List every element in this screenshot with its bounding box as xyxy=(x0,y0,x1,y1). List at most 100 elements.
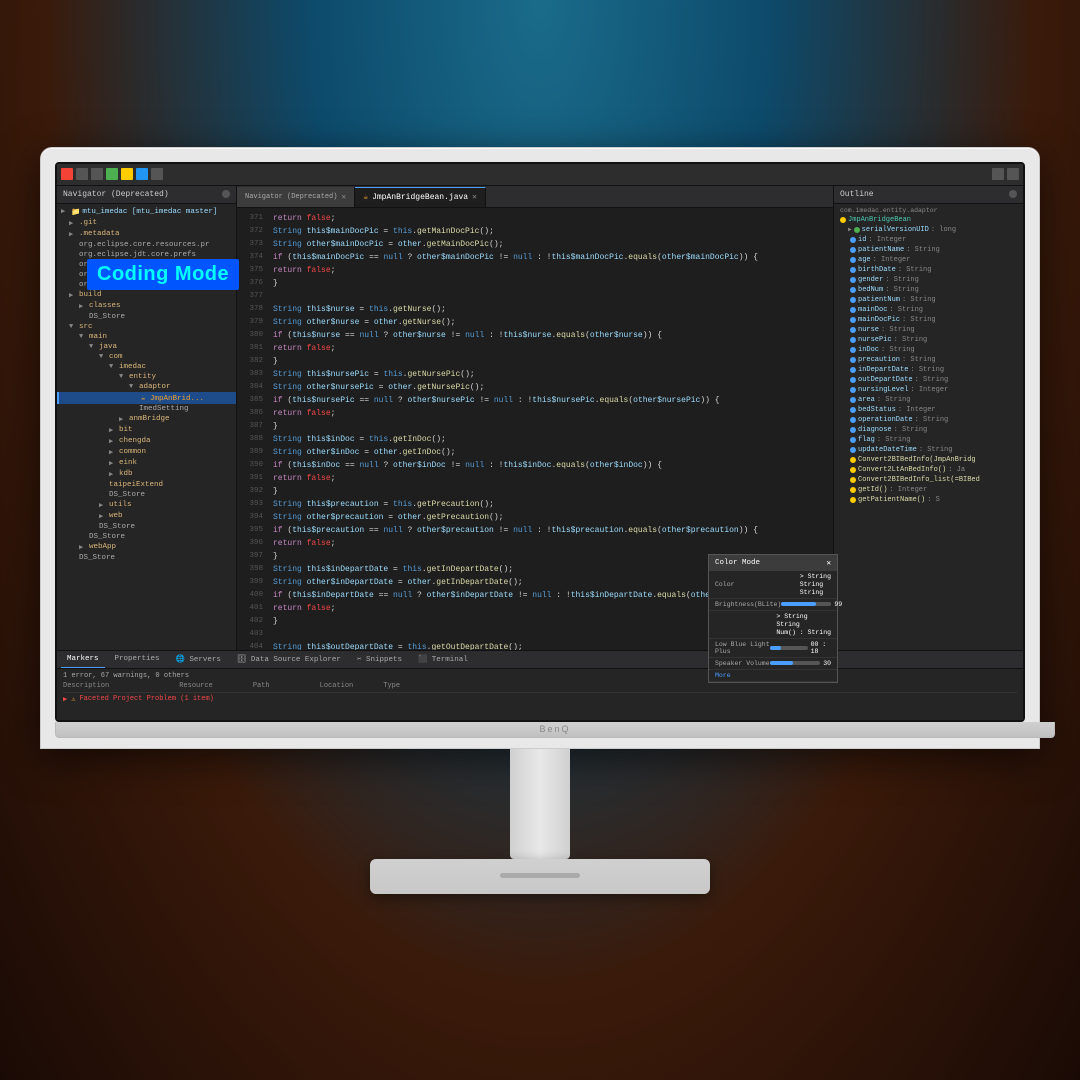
outline-method[interactable]: getPatientName() : S xyxy=(834,495,1023,505)
tree-item[interactable]: ▼ src xyxy=(57,322,236,332)
method-icon xyxy=(850,497,856,503)
toolbar-icon-3[interactable] xyxy=(121,168,133,180)
tab-servers[interactable]: 🌐 Servers xyxy=(170,650,227,668)
tab-datasource[interactable]: 🗄 Data Source Explorer xyxy=(231,650,347,668)
line-numbers: 371372373374375 376377378379380 38138238… xyxy=(237,208,267,650)
field-icon xyxy=(850,377,856,383)
monitor-screen: Coding Mode xyxy=(55,162,1025,722)
toolbar-icon-5[interactable] xyxy=(151,168,163,180)
tree-item[interactable]: DS_Store xyxy=(57,312,236,322)
outline-panel-close[interactable] xyxy=(1009,190,1017,198)
bottom-tabs: Markers Properties 🌐 Servers 🗄 Data Sour… xyxy=(57,651,1023,669)
tree-item[interactable]: ▼ adaptor xyxy=(57,382,236,392)
toolbar-icon-1[interactable] xyxy=(76,168,88,180)
tree-item[interactable]: ▶ classes xyxy=(57,301,236,312)
outline-field[interactable]: area : String xyxy=(834,395,1023,405)
outline-package: com.imedac.entity.adaptor xyxy=(834,206,1023,215)
tree-item[interactable]: ▶ kdb xyxy=(57,469,236,480)
field-icon xyxy=(850,397,856,403)
toolbar-icon-settings[interactable] xyxy=(1007,168,1019,180)
tree-item[interactable]: ▶ common xyxy=(57,447,236,458)
tab-markers[interactable]: Markers xyxy=(61,650,105,668)
monitor-bottom-bezel: BenQ xyxy=(55,722,1055,738)
outline-field[interactable]: patientName : String xyxy=(834,245,1023,255)
tree-item[interactable]: ▶ utils xyxy=(57,500,236,511)
tree-item[interactable]: taipeiExtend xyxy=(57,480,236,490)
outline-field[interactable]: ▶ serialVersionUID : long xyxy=(834,225,1023,235)
status-bar: 1 error, 67 warnings, 0 others xyxy=(63,672,1017,680)
tree-item[interactable]: DS_Store xyxy=(57,490,236,500)
outline-field[interactable]: updateDateTime : String xyxy=(834,445,1023,455)
outline-field[interactable]: patientNum : String xyxy=(834,295,1023,305)
outline-field[interactable]: operationDate : String xyxy=(834,415,1023,425)
tree-item[interactable]: ▼ java xyxy=(57,342,236,352)
toolbar-icon-2[interactable] xyxy=(91,168,103,180)
tree-item[interactable]: ▶ eink xyxy=(57,458,236,469)
tree-item[interactable]: org.eclipse.core.resources.pr xyxy=(57,240,236,250)
tree-item[interactable]: ▼ entity xyxy=(57,372,236,382)
outline-field[interactable]: flag : String xyxy=(834,435,1023,445)
tree-item[interactable]: ▼ com xyxy=(57,352,236,362)
tree-item[interactable]: DS_Store xyxy=(57,522,236,532)
outline-field[interactable]: bedNum : String xyxy=(834,285,1023,295)
tree-item[interactable]: DS_Store xyxy=(57,532,236,542)
tree-item[interactable]: ▼ imedac xyxy=(57,362,236,372)
nav-panel-close[interactable] xyxy=(222,190,230,198)
outline-field[interactable]: nursingLevel : Integer xyxy=(834,385,1023,395)
monitor-frame: Coding Mode xyxy=(40,147,1040,749)
tree-item[interactable]: ▶ anmBridge xyxy=(57,414,236,425)
outline-field[interactable]: inDoc : String xyxy=(834,345,1023,355)
tree-item[interactable]: ▶ .git xyxy=(57,218,236,229)
outline-field[interactable]: precaution : String xyxy=(834,355,1023,365)
stand-slot xyxy=(500,873,580,878)
tree-item[interactable]: ▼ main xyxy=(57,332,236,342)
outline-field[interactable]: age : Integer xyxy=(834,255,1023,265)
outline-field[interactable]: nurse : String xyxy=(834,325,1023,335)
tree-item[interactable]: ImedSetting xyxy=(57,404,236,414)
tab-java-file[interactable]: ☕ JmpAnBridgeBean.java ✕ xyxy=(355,187,486,207)
outline-field[interactable]: bedStatus : Integer xyxy=(834,405,1023,415)
outline-method[interactable]: Convert2BIBedInfo(JmpAnBridg xyxy=(834,455,1023,465)
outline-method[interactable]: Convert2BIBedInfo_list(=BIBed xyxy=(834,475,1023,485)
tab-snippets[interactable]: ✂ Snippets xyxy=(351,650,408,668)
outline-field[interactable]: gender : String xyxy=(834,275,1023,285)
navigator-panel: Navigator (Deprecated) ▶ 📁 mtu_imedac [m… xyxy=(57,186,237,650)
tree-item-active[interactable]: ☕ JmpAnBrid... xyxy=(57,392,236,404)
outline-field[interactable]: diagnose : String xyxy=(834,425,1023,435)
outline-field[interactable]: birthDate : String xyxy=(834,265,1023,275)
field-icon xyxy=(850,427,856,433)
toolbar-icon-run[interactable] xyxy=(61,168,73,180)
outline-method[interactable]: Convert2LtAnBedInfo() : Ja xyxy=(834,465,1023,475)
toolbar-icon-search[interactable] xyxy=(992,168,1004,180)
field-icon xyxy=(850,237,856,243)
tree-item[interactable]: ▶ .metadata xyxy=(57,229,236,240)
tab-terminal[interactable]: ⬛ Terminal xyxy=(412,650,474,668)
tree-item[interactable]: ▶ 📁 mtu_imedac [mtu_imedac master] xyxy=(57,206,236,218)
ide-main: Navigator (Deprecated) ▶ 📁 mtu_imedac [m… xyxy=(57,186,1023,650)
tree-item[interactable]: ▶ chengda xyxy=(57,436,236,447)
toolbar-icon-4[interactable] xyxy=(136,168,148,180)
code-tabs: Navigator (Deprecated) ✕ ☕ JmpAnBridgeBe… xyxy=(237,186,833,208)
field-icon xyxy=(850,267,856,273)
tree-item[interactable]: ▶ webApp xyxy=(57,542,236,553)
tree-item[interactable]: ▶ web xyxy=(57,511,236,522)
outline-field[interactable]: mainDoc : String xyxy=(834,305,1023,315)
outline-field[interactable]: outDepartDate : String xyxy=(834,375,1023,385)
outline-field[interactable]: nursePic : String xyxy=(834,335,1023,345)
outline-method[interactable]: getId() : Integer xyxy=(834,485,1023,495)
bottom-content: 1 error, 67 warnings, 0 others Descripti… xyxy=(57,669,1023,720)
tab-navigator[interactable]: Navigator (Deprecated) ✕ xyxy=(237,187,355,207)
field-icon xyxy=(850,327,856,333)
error-row: ▶ ⚠ Faceted Project Problem (1 item) xyxy=(63,695,1017,704)
tab-properties[interactable]: Properties xyxy=(109,650,166,668)
outline-class[interactable]: JmpAnBridgeBean xyxy=(834,215,1023,225)
toolbar-icon-build[interactable] xyxy=(106,168,118,180)
tree-item[interactable]: ▶ build xyxy=(57,290,236,301)
outline-field[interactable]: mainDocPic : String xyxy=(834,315,1023,325)
tree-item[interactable]: ▶ bit xyxy=(57,425,236,436)
outline-field[interactable]: id : Integer xyxy=(834,235,1023,245)
outline-field[interactable]: inDepartDate : String xyxy=(834,365,1023,375)
field-icon xyxy=(850,417,856,423)
tree-item[interactable]: DS_Store xyxy=(57,553,236,563)
coding-mode-badge: Coding Mode xyxy=(87,259,239,290)
